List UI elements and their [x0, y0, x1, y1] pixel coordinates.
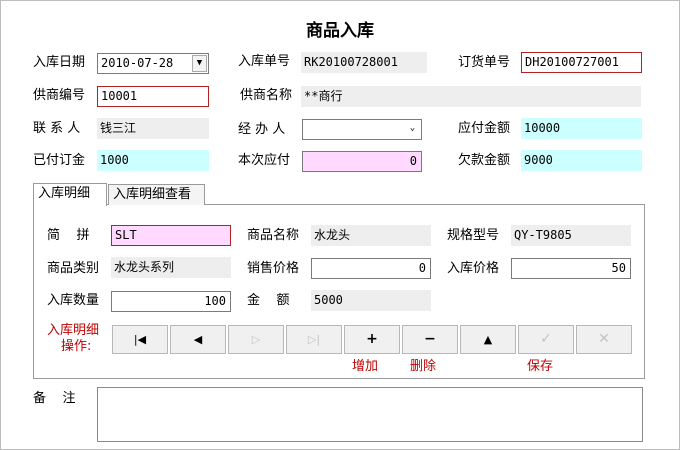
sale-price-input[interactable]: 0 — [311, 258, 431, 279]
supplier-code-input[interactable]: 10001 — [97, 86, 209, 107]
in-price-input[interactable]: 50 — [511, 258, 631, 279]
chevron-down-icon[interactable]: ▼ — [192, 55, 207, 72]
current-pay-label: 本次应付 — [238, 153, 291, 168]
in-price-label: 入库价格 — [447, 261, 500, 276]
pinyin-label: 简 拼 — [47, 228, 90, 243]
spec-label: 规格型号 — [447, 228, 500, 243]
amount-label: 金 额 — [247, 293, 290, 308]
chevron-down-icon[interactable]: ⌄ — [405, 121, 420, 138]
current-pay-input[interactable]: 0 — [302, 151, 422, 172]
triangle-up-icon: ▲ — [483, 333, 493, 346]
supplier-code-label: 供商编号 — [33, 88, 86, 103]
next-icon: ▷ — [251, 333, 261, 346]
prev-record-button[interactable]: ◀ — [170, 325, 226, 354]
in-no-label: 入库单号 — [238, 54, 291, 69]
last-record-button[interactable]: ▷| — [286, 325, 342, 354]
in-date-picker[interactable]: 2010-07-28 ▼ — [97, 53, 209, 74]
ops-label-line1: 入库明细 — [47, 323, 100, 338]
owed-field: 9000 — [521, 150, 642, 171]
paid-deposit-field: 1000 — [97, 150, 209, 171]
save-button[interactable]: ✓ — [518, 325, 574, 354]
next-record-button[interactable]: ▷ — [228, 325, 284, 354]
order-no-input[interactable]: DH20100727001 — [521, 52, 642, 73]
cancel-button[interactable]: ✕ — [576, 325, 632, 354]
first-icon: |◀ — [133, 333, 147, 346]
last-icon: ▷| — [307, 333, 321, 346]
contact-field: 钱三江 — [97, 118, 209, 139]
delete-button[interactable]: − — [402, 325, 458, 354]
spec-field: QY-T9805 — [511, 225, 631, 246]
contact-label: 联 系 人 — [33, 121, 81, 136]
qty-input[interactable]: 100 — [111, 291, 231, 312]
up-button[interactable]: ▲ — [460, 325, 516, 354]
plus-icon: + — [366, 331, 378, 347]
category-label: 商品类别 — [47, 261, 100, 276]
order-no-label: 订货单号 — [458, 55, 511, 70]
pinyin-input[interactable]: SLT — [111, 225, 231, 246]
supplier-name-label: 供商名称 — [240, 88, 293, 103]
ops-label-line2: 操作: — [61, 339, 92, 354]
tab-in-detail-view[interactable]: 入库明细查看 — [108, 184, 205, 205]
tab-in-detail[interactable]: 入库明细 — [33, 183, 107, 206]
qty-label: 入库数量 — [47, 293, 100, 308]
save-label: 保存 — [527, 359, 554, 374]
product-name-label: 商品名称 — [247, 228, 300, 243]
handler-select[interactable]: ⌄ — [302, 119, 422, 140]
payable-field: 10000 — [521, 118, 642, 139]
amount-field: 5000 — [311, 290, 431, 311]
product-name-field: 水龙头 — [311, 225, 431, 246]
delete-label: 删除 — [410, 359, 437, 374]
category-field: 水龙头系列 — [111, 257, 231, 278]
check-icon: ✓ — [540, 331, 552, 347]
minus-icon: − — [424, 331, 436, 347]
supplier-name-field: **商行 — [301, 86, 641, 107]
add-label: 增加 — [352, 359, 379, 374]
sale-price-label: 销售价格 — [247, 261, 300, 276]
owed-label: 欠款金额 — [458, 153, 511, 168]
prev-icon: ◀ — [193, 333, 203, 346]
in-no-field: RK20100728001 — [301, 52, 427, 73]
payable-label: 应付金额 — [458, 121, 511, 136]
in-date-label: 入库日期 — [33, 55, 86, 70]
memo-label: 备 注 — [33, 391, 76, 406]
close-icon: ✕ — [598, 331, 610, 347]
first-record-button[interactable]: |◀ — [112, 325, 168, 354]
memo-textarea[interactable] — [97, 387, 643, 442]
add-button[interactable]: + — [344, 325, 400, 354]
in-date-value: 2010-07-28 — [101, 56, 174, 70]
page-title: 商品入库 — [306, 21, 374, 41]
handler-label: 经 办 人 — [238, 122, 286, 137]
paid-deposit-label: 已付订金 — [33, 153, 86, 168]
